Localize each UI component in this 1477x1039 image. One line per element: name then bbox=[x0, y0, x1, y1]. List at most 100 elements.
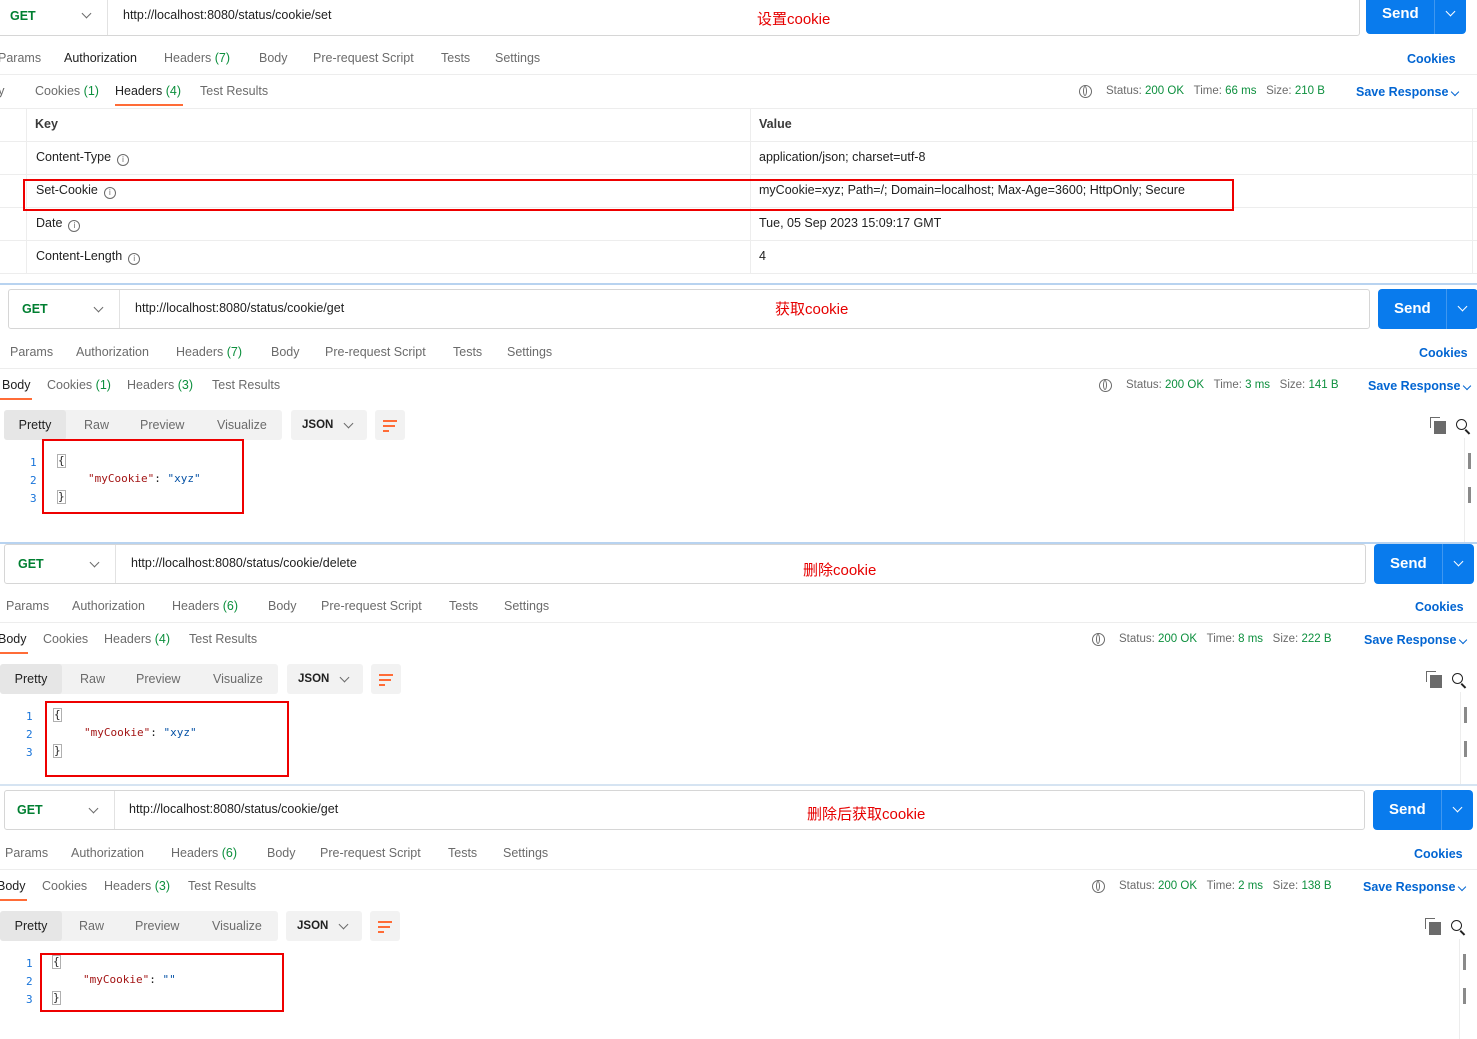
chevron-down-icon[interactable] bbox=[1452, 802, 1463, 813]
wrap-lines-icon[interactable] bbox=[370, 911, 400, 941]
search-icon[interactable] bbox=[1456, 419, 1467, 430]
chevron-down-icon[interactable] bbox=[88, 803, 99, 814]
method-selector[interactable]: GET bbox=[10, 0, 36, 35]
url-input[interactable]: http://localhost:8080/status/cookie/get bbox=[129, 791, 338, 829]
chevron-down-icon[interactable] bbox=[81, 8, 92, 19]
tab-body[interactable]: Body bbox=[268, 596, 297, 616]
scrollbar[interactable] bbox=[1464, 741, 1467, 757]
tab-test-results[interactable]: Test Results bbox=[188, 876, 256, 896]
view-preview[interactable]: Preview bbox=[136, 664, 180, 694]
tab-params[interactable]: Params bbox=[0, 48, 41, 68]
view-pretty[interactable]: Pretty bbox=[4, 410, 66, 440]
view-visualize[interactable]: Visualize bbox=[212, 911, 262, 941]
tab-params[interactable]: Params bbox=[6, 596, 49, 616]
tab-cookies[interactable]: Cookies (1) bbox=[47, 375, 111, 395]
info-icon[interactable]: i bbox=[117, 154, 130, 166]
tab-body[interactable]: Body bbox=[0, 81, 5, 101]
cookies-link[interactable]: Cookies bbox=[1407, 52, 1456, 66]
tab-headers[interactable]: Headers (3) bbox=[104, 876, 170, 896]
tab-cookies[interactable]: Cookies (1) bbox=[35, 81, 99, 101]
chevron-down-icon[interactable] bbox=[1453, 556, 1464, 567]
tab-authorization[interactable]: Authorization bbox=[71, 843, 144, 863]
tab-headers[interactable]: Headers (3) bbox=[127, 375, 193, 395]
save-response-button[interactable]: Save Response bbox=[1368, 379, 1472, 393]
copy-icon[interactable] bbox=[1426, 671, 1442, 688]
chevron-down-icon[interactable] bbox=[89, 557, 100, 568]
method-selector[interactable]: GET bbox=[22, 290, 48, 328]
tab-tests[interactable]: Tests bbox=[441, 48, 470, 68]
search-icon[interactable] bbox=[1452, 673, 1463, 684]
tab-pre-request-script[interactable]: Pre-request Script bbox=[321, 596, 422, 616]
scrollbar[interactable] bbox=[1468, 487, 1471, 503]
chevron-down-icon[interactable] bbox=[1457, 301, 1468, 312]
tab-tests[interactable]: Tests bbox=[449, 596, 478, 616]
copy-icon[interactable] bbox=[1430, 417, 1446, 434]
globe-icon[interactable] bbox=[1079, 85, 1092, 98]
view-raw[interactable]: Raw bbox=[84, 410, 109, 440]
view-pretty[interactable]: Pretty bbox=[0, 911, 62, 941]
chevron-down-icon[interactable] bbox=[1445, 6, 1456, 17]
tab-authorization[interactable]: Authorization bbox=[76, 342, 149, 362]
tab-body[interactable]: Body bbox=[259, 48, 288, 68]
scrollbar[interactable] bbox=[1463, 954, 1466, 970]
url-input[interactable]: http://localhost:8080/status/cookie/dele… bbox=[131, 545, 357, 583]
tab-cookies[interactable]: Cookies bbox=[42, 876, 87, 896]
view-preview[interactable]: Preview bbox=[140, 410, 184, 440]
format-selector[interactable]: JSON bbox=[291, 410, 367, 440]
tab-headers[interactable]: Headers (6) bbox=[172, 596, 238, 616]
tab-settings[interactable]: Settings bbox=[503, 843, 548, 863]
send-button[interactable]: Send bbox=[1378, 289, 1477, 329]
tab-body[interactable]: Body bbox=[0, 629, 27, 649]
tab-test-results[interactable]: Test Results bbox=[212, 375, 280, 395]
copy-icon[interactable] bbox=[1425, 918, 1441, 935]
tab-test-results[interactable]: Test Results bbox=[189, 629, 257, 649]
save-response-button[interactable]: Save Response bbox=[1364, 633, 1468, 647]
wrap-lines-icon[interactable] bbox=[375, 410, 405, 440]
tab-settings[interactable]: Settings bbox=[495, 48, 540, 68]
info-icon[interactable]: i bbox=[128, 253, 141, 265]
tab-test-results[interactable]: Test Results bbox=[200, 81, 268, 101]
tab-pre-request-script[interactable]: Pre-request Script bbox=[313, 48, 414, 68]
wrap-lines-icon[interactable] bbox=[371, 664, 401, 694]
tab-headers[interactable]: Headers (4) bbox=[115, 81, 181, 101]
tab-headers[interactable]: Headers (6) bbox=[171, 843, 237, 863]
globe-icon[interactable] bbox=[1092, 633, 1105, 646]
tab-tests[interactable]: Tests bbox=[448, 843, 477, 863]
tab-params[interactable]: Params bbox=[5, 843, 48, 863]
tab-authorization[interactable]: Authorization bbox=[64, 48, 137, 68]
format-selector[interactable]: JSON bbox=[286, 911, 362, 941]
view-raw[interactable]: Raw bbox=[79, 911, 104, 941]
tab-settings[interactable]: Settings bbox=[507, 342, 552, 362]
tab-cookies[interactable]: Cookies bbox=[43, 629, 88, 649]
method-selector[interactable]: GET bbox=[18, 545, 44, 583]
cookies-link[interactable]: Cookies bbox=[1419, 346, 1468, 360]
tab-params[interactable]: Params bbox=[10, 342, 53, 362]
view-preview[interactable]: Preview bbox=[135, 911, 179, 941]
tab-body[interactable]: Body bbox=[0, 876, 26, 896]
send-button[interactable]: Send bbox=[1374, 544, 1474, 584]
cookies-link[interactable]: Cookies bbox=[1415, 600, 1464, 614]
send-button[interactable]: Send bbox=[1366, 0, 1466, 34]
tab-headers[interactable]: Headers (4) bbox=[104, 629, 170, 649]
url-input[interactable]: http://localhost:8080/status/cookie/set bbox=[123, 0, 331, 35]
save-response-button[interactable]: Save Response bbox=[1363, 880, 1467, 894]
tab-body[interactable]: Body bbox=[2, 375, 31, 395]
globe-icon[interactable] bbox=[1099, 379, 1112, 392]
tab-body[interactable]: Body bbox=[271, 342, 300, 362]
info-icon[interactable]: i bbox=[68, 220, 81, 232]
tab-body[interactable]: Body bbox=[267, 843, 296, 863]
url-input[interactable]: http://localhost:8080/status/cookie/get bbox=[135, 290, 344, 328]
tab-pre-request-script[interactable]: Pre-request Script bbox=[325, 342, 426, 362]
tab-settings[interactable]: Settings bbox=[504, 596, 549, 616]
tab-authorization[interactable]: Authorization bbox=[72, 596, 145, 616]
tab-tests[interactable]: Tests bbox=[453, 342, 482, 362]
save-response-button[interactable]: Save Response bbox=[1356, 85, 1460, 99]
view-visualize[interactable]: Visualize bbox=[217, 410, 267, 440]
cookies-link[interactable]: Cookies bbox=[1414, 847, 1463, 861]
globe-icon[interactable] bbox=[1092, 880, 1105, 893]
view-raw[interactable]: Raw bbox=[80, 664, 105, 694]
scrollbar[interactable] bbox=[1463, 988, 1466, 1004]
format-selector[interactable]: JSON bbox=[287, 664, 363, 694]
view-pretty[interactable]: Pretty bbox=[0, 664, 62, 694]
send-button[interactable]: Send bbox=[1373, 790, 1473, 830]
